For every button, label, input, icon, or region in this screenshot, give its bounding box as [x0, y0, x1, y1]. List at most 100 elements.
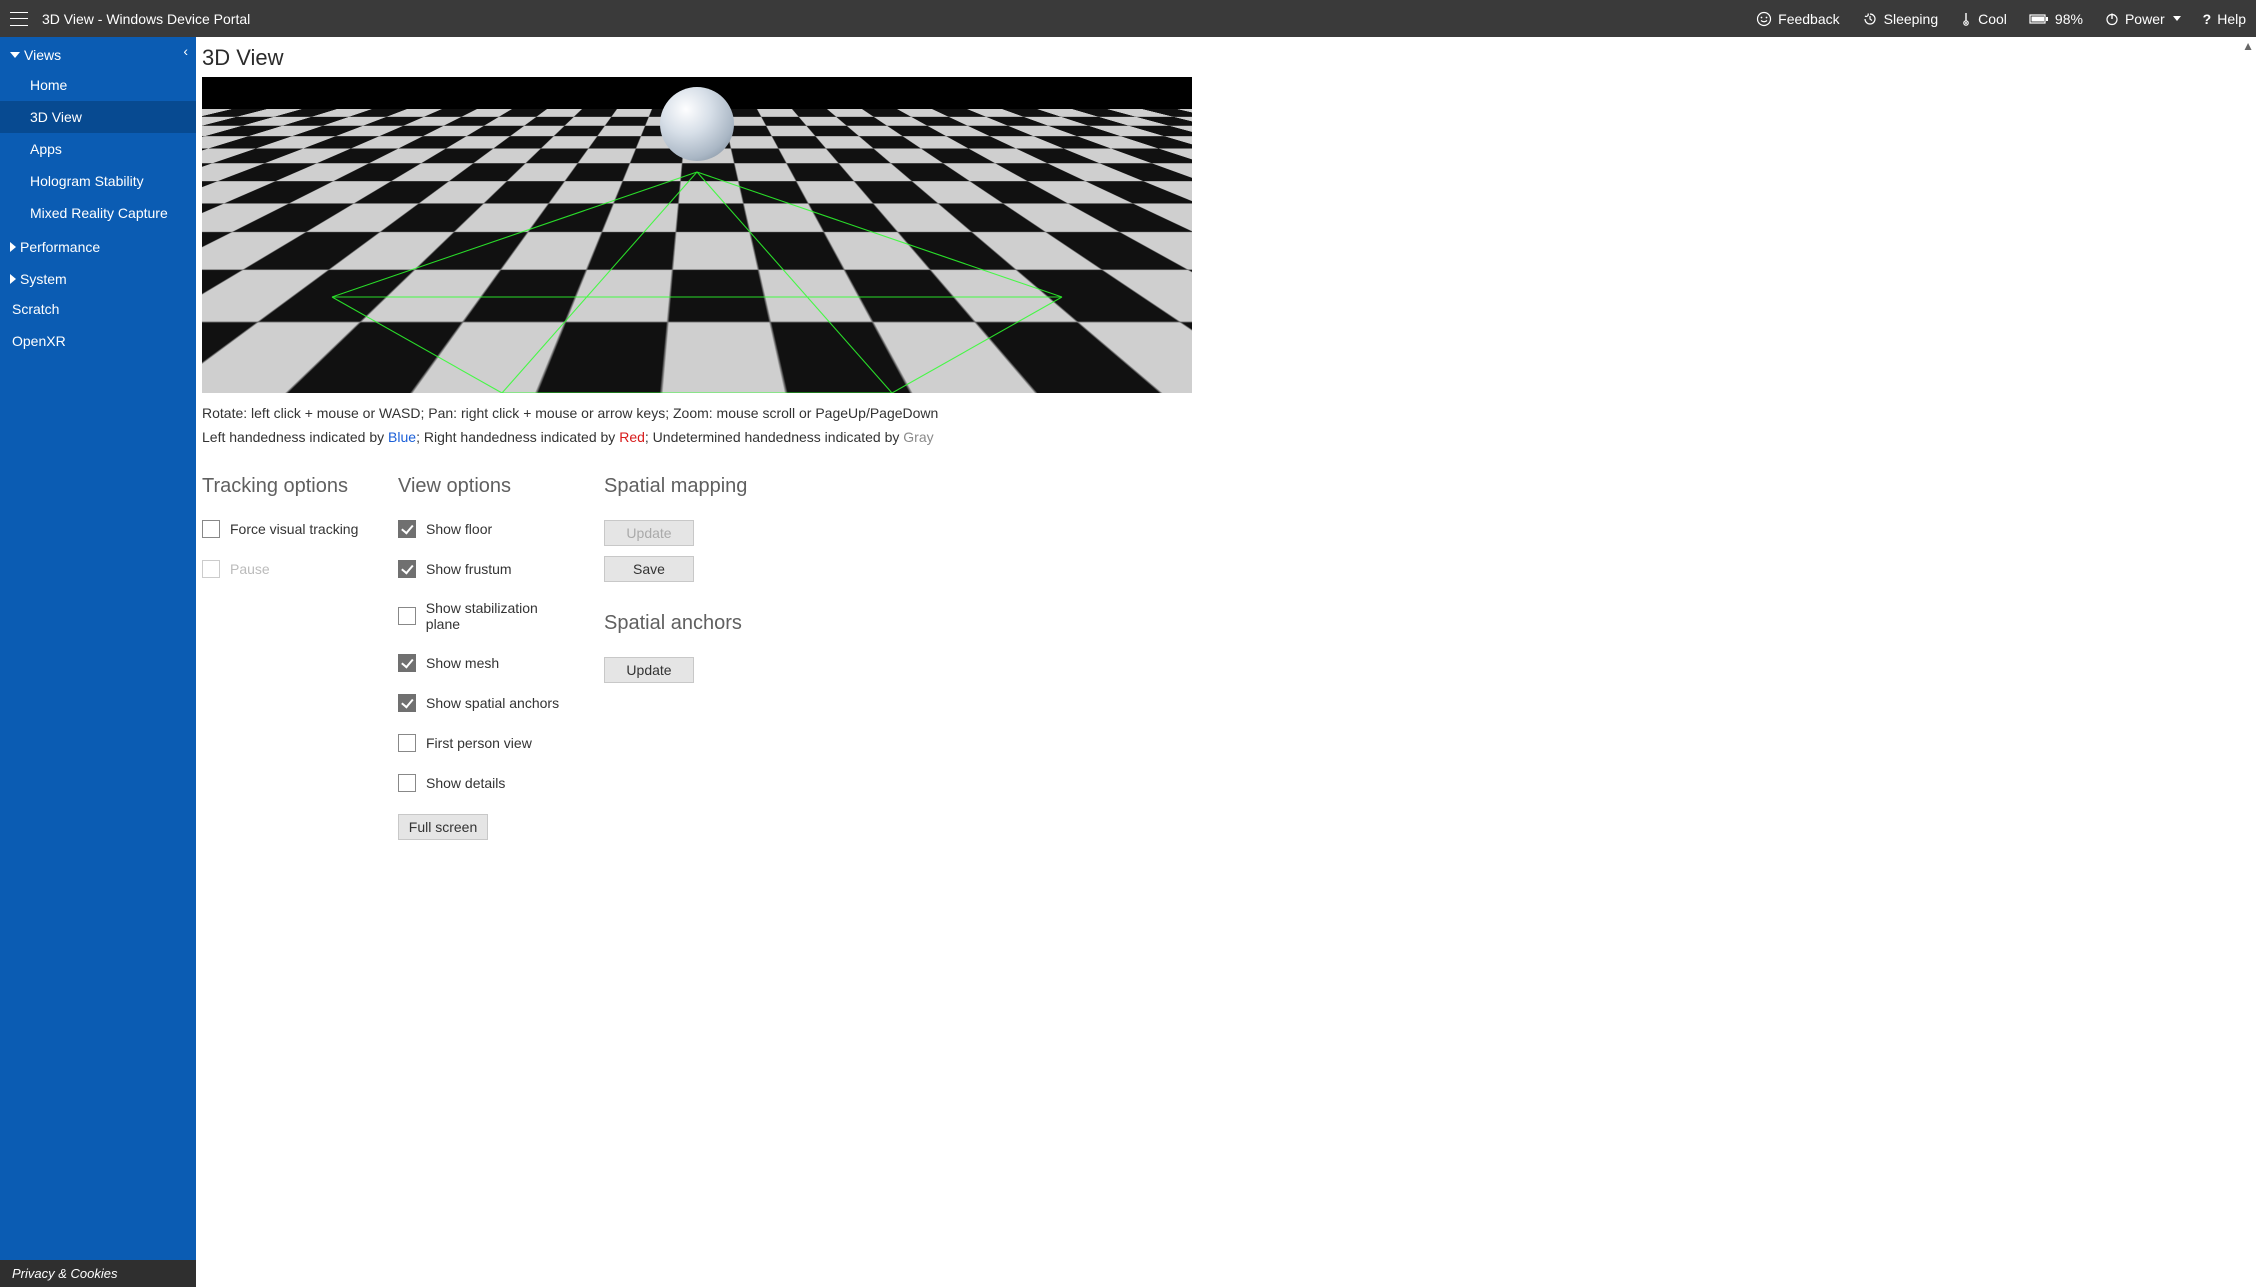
sidebar-item-home[interactable]: Home [0, 69, 196, 101]
checkbox-label: First person view [426, 735, 532, 751]
app-title: 3D View - Windows Device Portal [42, 11, 250, 27]
sidebar-item-label: OpenXR [12, 333, 66, 349]
help-button[interactable]: ? Help [2203, 11, 2246, 27]
collapse-sidebar-icon[interactable]: ‹ [183, 43, 188, 59]
sidebar-item-hologram-stability[interactable]: Hologram Stability [0, 165, 196, 197]
page-title: 3D View [202, 45, 2246, 71]
legend-text: Left handedness indicated by [202, 429, 388, 445]
feedback-label: Feedback [1778, 11, 1839, 27]
spatial-mapping-title: Spatial mapping [604, 475, 804, 498]
chevron-right-icon [10, 242, 16, 252]
feedback-button[interactable]: Feedback [1756, 11, 1839, 27]
3d-viewport[interactable] [202, 77, 1192, 393]
content: ▲ 3D View Rotate: left click + mouse or … [196, 37, 2256, 1287]
battery-icon [2029, 13, 2049, 25]
tracking-options-title: Tracking options [202, 475, 368, 498]
show-stabilization-plane-checkbox[interactable]: Show stabilization plane [398, 600, 574, 632]
sidebar-section-label: Performance [20, 239, 100, 255]
sidebar-item-mrc[interactable]: Mixed Reality Capture [0, 197, 196, 229]
sidebar-footer-label: Privacy & Cookies [12, 1266, 117, 1281]
checkbox-label: Show stabilization plane [426, 600, 574, 632]
spatial-anchors-update-button[interactable]: Update [604, 657, 694, 683]
spatial-anchors-title: Spatial anchors [604, 612, 804, 635]
sidebar-item-3dview[interactable]: 3D View [0, 101, 196, 133]
sidebar-item-label: Scratch [12, 301, 59, 317]
sidebar-item-openxr[interactable]: OpenXR [0, 325, 196, 357]
view-options: View options Show floor Show frustum Sho… [398, 475, 574, 850]
sleep-label: Sleeping [1884, 11, 1939, 27]
battery-status[interactable]: 98% [2029, 11, 2083, 27]
first-person-view-checkbox[interactable]: First person view [398, 734, 574, 752]
checkbox-label: Show details [426, 775, 505, 791]
checkbox-icon [398, 774, 416, 792]
checkbox-icon [398, 560, 416, 578]
controls-help-text: Rotate: left click + mouse or WASD; Pan:… [202, 405, 2246, 421]
clock-icon [1862, 11, 1878, 27]
topbar: 3D View - Windows Device Portal Feedback… [0, 0, 2256, 37]
checkbox-icon [398, 607, 416, 625]
sidebar-item-scratch[interactable]: Scratch [0, 293, 196, 325]
layout: ‹ Views Home 3D View Apps Hologram Stabi… [0, 37, 2256, 1287]
checkbox-icon [398, 734, 416, 752]
force-visual-tracking-checkbox[interactable]: Force visual tracking [202, 520, 368, 538]
legend-gray: Gray [903, 429, 933, 445]
help-label: Help [2217, 11, 2246, 27]
checkbox-label: Force visual tracking [230, 521, 358, 537]
checkbox-label: Show mesh [426, 655, 499, 671]
legend-red: Red [619, 429, 645, 445]
sleep-status[interactable]: Sleeping [1862, 11, 1939, 27]
view-options-title: View options [398, 475, 574, 498]
show-floor-checkbox[interactable]: Show floor [398, 520, 574, 538]
checkbox-label: Show spatial anchors [426, 695, 559, 711]
battery-label: 98% [2055, 11, 2083, 27]
sidebar-section-system[interactable]: System [0, 261, 196, 293]
checkbox-icon [202, 520, 220, 538]
privacy-cookies-link[interactable]: Privacy & Cookies [0, 1260, 196, 1287]
show-details-checkbox[interactable]: Show details [398, 774, 574, 792]
checkbox-icon [398, 694, 416, 712]
spatial-mapping-update-button: Update [604, 520, 694, 546]
sidebar-item-label: Hologram Stability [30, 173, 144, 189]
sidebar-section-performance[interactable]: Performance [0, 229, 196, 261]
show-spatial-anchors-checkbox[interactable]: Show spatial anchors [398, 694, 574, 712]
power-label: Power [2125, 11, 2165, 27]
sidebar-item-label: Mixed Reality Capture [30, 205, 168, 221]
legend-text: ; Right handedness indicated by [416, 429, 619, 445]
sidebar-item-label: Apps [30, 141, 62, 157]
show-mesh-checkbox[interactable]: Show mesh [398, 654, 574, 672]
checkbox-label: Show frustum [426, 561, 512, 577]
sidebar: ‹ Views Home 3D View Apps Hologram Stabi… [0, 37, 196, 1287]
sidebar-section-label: Views [24, 47, 61, 63]
sidebar-section-views[interactable]: Views [0, 37, 196, 69]
checkbox-label: Pause [230, 561, 270, 577]
checkbox-icon [398, 520, 416, 538]
checkbox-icon [398, 654, 416, 672]
chevron-right-icon [10, 274, 16, 284]
smile-icon [1756, 11, 1772, 27]
chevron-down-icon [10, 52, 20, 58]
spatial-column: Spatial mapping Update Save Spatial anch… [604, 475, 804, 850]
pause-checkbox: Pause [202, 560, 368, 578]
spatial-mapping-save-button[interactable]: Save [604, 556, 694, 582]
handedness-legend: Left handedness indicated by Blue; Right… [202, 429, 2246, 445]
temp-status[interactable]: Cool [1960, 11, 2007, 27]
hamburger-icon[interactable] [10, 12, 28, 26]
legend-text: ; Undetermined handedness indicated by [645, 429, 903, 445]
full-screen-button[interactable]: Full screen [398, 814, 488, 840]
sidebar-item-label: 3D View [30, 109, 82, 125]
sidebar-item-label: Home [30, 77, 67, 93]
power-menu[interactable]: Power [2105, 11, 2181, 27]
temp-label: Cool [1978, 11, 2007, 27]
scroll-up-icon[interactable]: ▲ [2242, 39, 2254, 53]
options-columns: Tracking options Force visual tracking P… [202, 475, 2246, 850]
chevron-down-icon [2173, 16, 2181, 21]
sidebar-item-apps[interactable]: Apps [0, 133, 196, 165]
thermometer-icon [1960, 11, 1972, 27]
checkbox-label: Show floor [426, 521, 492, 537]
legend-blue: Blue [388, 429, 416, 445]
question-icon: ? [2203, 11, 2212, 27]
power-icon [2105, 12, 2119, 26]
head-sphere [660, 87, 734, 161]
show-frustum-checkbox[interactable]: Show frustum [398, 560, 574, 578]
checkbox-icon [202, 560, 220, 578]
